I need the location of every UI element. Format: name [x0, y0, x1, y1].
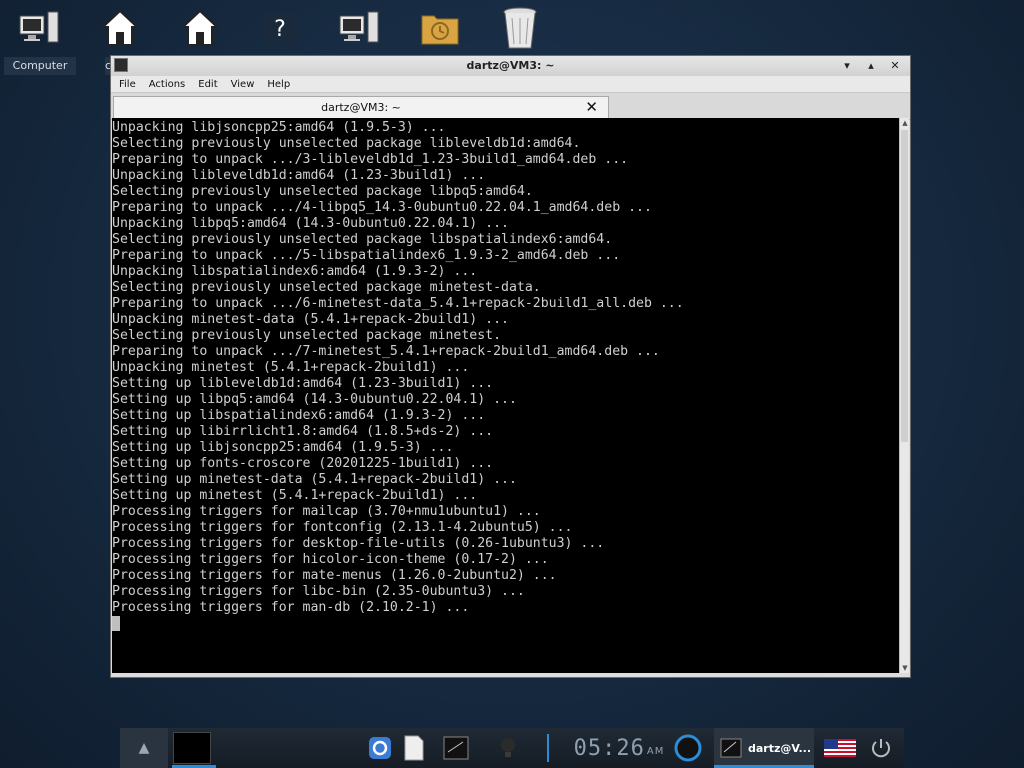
- menu-file[interactable]: File: [119, 79, 136, 90]
- terminal-line: Setting up libpq5:amd64 (14.3-0ubuntu0.2…: [112, 392, 517, 407]
- terminal-line: Setting up fonts-croscore (20201225-1bui…: [112, 456, 494, 471]
- terminal-line: Unpacking libspatialindex6:amd64 (1.9.3-…: [112, 264, 478, 279]
- home-icon[interactable]: [178, 6, 222, 50]
- terminal-line: Processing triggers for mate-menus (1.26…: [112, 568, 557, 583]
- terminal-line: Preparing to unpack .../3-libleveldb1d_1…: [112, 152, 629, 167]
- desktop-label-computer[interactable]: Computer: [4, 57, 76, 75]
- tab-strip: dartz@VM3: ~ ✕: [111, 93, 910, 120]
- terminal-line: Preparing to unpack .../7-minetest_5.4.1…: [112, 344, 660, 359]
- window-minimize-button[interactable]: ▴: [860, 56, 882, 76]
- terminal-line: Setting up libjsoncpp25:amd64 (1.9.5-3) …: [112, 440, 454, 455]
- menu-bar: File Actions Edit View Help: [111, 76, 910, 93]
- terminal-scrollbar[interactable]: ▲ ▼: [899, 118, 909, 673]
- terminal-line: Unpacking libleveldb1d:amd64 (1.23-3buil…: [112, 168, 486, 183]
- terminal-line: Processing triggers for man-db (2.10.2-1…: [112, 600, 470, 615]
- tab-close-icon[interactable]: ✕: [585, 98, 598, 116]
- terminal-line: Processing triggers for libc-bin (2.35-0…: [112, 584, 525, 599]
- clock-ampm: AM: [646, 745, 665, 757]
- terminal-line: Preparing to unpack .../4-libpq5_14.3-0u…: [112, 200, 652, 215]
- lightbulb-icon[interactable]: [495, 728, 521, 768]
- menu-view[interactable]: View: [231, 79, 255, 90]
- terminal-line: Selecting previously unselected package …: [112, 328, 502, 343]
- terminal-line: Processing triggers for hicolor-icon-the…: [112, 552, 549, 567]
- us-flag-icon[interactable]: [822, 728, 858, 768]
- terminal-line: Selecting previously unselected package …: [112, 280, 541, 295]
- menu-edit[interactable]: Edit: [198, 79, 217, 90]
- computer-icon[interactable]: [338, 6, 382, 50]
- clock-time: 05:26: [573, 735, 645, 761]
- terminal-line: Processing triggers for mailcap (3.70+nm…: [112, 504, 541, 519]
- terminal-line: Unpacking libjsoncpp25:amd64 (1.9.5-3) .…: [112, 120, 446, 135]
- terminal-cursor: [112, 616, 120, 631]
- computer-icon[interactable]: [18, 6, 62, 50]
- terminal-line: Preparing to unpack .../5-libspatialinde…: [112, 248, 621, 263]
- workspace-preview: [173, 732, 211, 764]
- workspace-thumbnail[interactable]: [172, 728, 216, 768]
- volume-slider-icon[interactable]: [538, 728, 558, 768]
- terminal-line: Setting up minetest (5.4.1+repack-2build…: [112, 488, 478, 503]
- taskbar: ▲ 05:26 AM dartz@V...: [120, 728, 904, 768]
- circle-status-icon[interactable]: [672, 728, 704, 768]
- terminal-window: dartz@VM3: ~ ▾ ▴ ✕ File Actions Edit Vie…: [110, 55, 911, 678]
- power-icon[interactable]: [866, 728, 896, 768]
- terminal-line: Processing triggers for desktop-file-uti…: [112, 536, 605, 551]
- terminal-line: Setting up minetest-data (5.4.1+repack-2…: [112, 472, 517, 487]
- help-icon[interactable]: ?: [258, 6, 302, 50]
- tab-terminal[interactable]: dartz@VM3: ~ ✕: [113, 96, 609, 118]
- scroll-down-icon[interactable]: ▼: [900, 663, 910, 673]
- menu-actions[interactable]: Actions: [149, 79, 186, 90]
- menu-help[interactable]: Help: [267, 79, 290, 90]
- terminal-line: Unpacking minetest (5.4.1+repack-2build1…: [112, 360, 470, 375]
- terminal-line: Selecting previously unselected package …: [112, 184, 533, 199]
- terminal-task-icon: [720, 738, 742, 758]
- file-launcher-icon[interactable]: [400, 728, 428, 768]
- terminal-line: Selecting previously unselected package …: [112, 232, 613, 247]
- window-menu-button[interactable]: ▾: [836, 56, 858, 76]
- window-close-button[interactable]: ✕: [884, 56, 906, 76]
- scrollbar-thumb[interactable]: [901, 130, 908, 442]
- taskbar-up-arrow-icon[interactable]: ▲: [120, 728, 168, 768]
- terminal-line: Setting up libleveldb1d:amd64 (1.23-3bui…: [112, 376, 494, 391]
- terminal-line: Preparing to unpack .../6-minetest-data_…: [112, 296, 684, 311]
- task-label: dartz@V...: [748, 741, 812, 755]
- svg-text:?: ?: [274, 17, 286, 42]
- terminal-line: Selecting previously unselected package …: [112, 136, 581, 151]
- clock-folder-icon[interactable]: [418, 6, 462, 50]
- terminal-prompt-line: [112, 616, 900, 632]
- taskbar-clock[interactable]: 05:26 AM: [572, 728, 666, 768]
- tab-label: dartz@VM3: ~: [321, 101, 401, 114]
- terminal-line: Unpacking libpq5:amd64 (14.3-0ubuntu0.22…: [112, 216, 509, 231]
- window-title: dartz@VM3: ~: [466, 59, 555, 72]
- terminal-launcher-icon[interactable]: [440, 728, 472, 768]
- trash-icon[interactable]: [498, 6, 542, 50]
- scroll-up-icon[interactable]: ▲: [900, 118, 910, 128]
- taskbar-task-terminal[interactable]: dartz@V...: [714, 728, 814, 768]
- browser-launcher-icon[interactable]: [366, 728, 394, 768]
- terminal-line: Setting up libirrlicht1.8:amd64 (1.8.5+d…: [112, 424, 494, 439]
- terminal-line: Unpacking minetest-data (5.4.1+repack-2b…: [112, 312, 509, 327]
- home-icon[interactable]: [98, 6, 142, 50]
- window-titlebar[interactable]: dartz@VM3: ~ ▾ ▴ ✕: [111, 56, 910, 76]
- terminal-line: Setting up libspatialindex6:amd64 (1.9.3…: [112, 408, 486, 423]
- terminal-line: Processing triggers for fontconfig (2.13…: [112, 520, 573, 535]
- terminal-output[interactable]: Unpacking libjsoncpp25:amd64 (1.9.5-3) .…: [112, 118, 900, 673]
